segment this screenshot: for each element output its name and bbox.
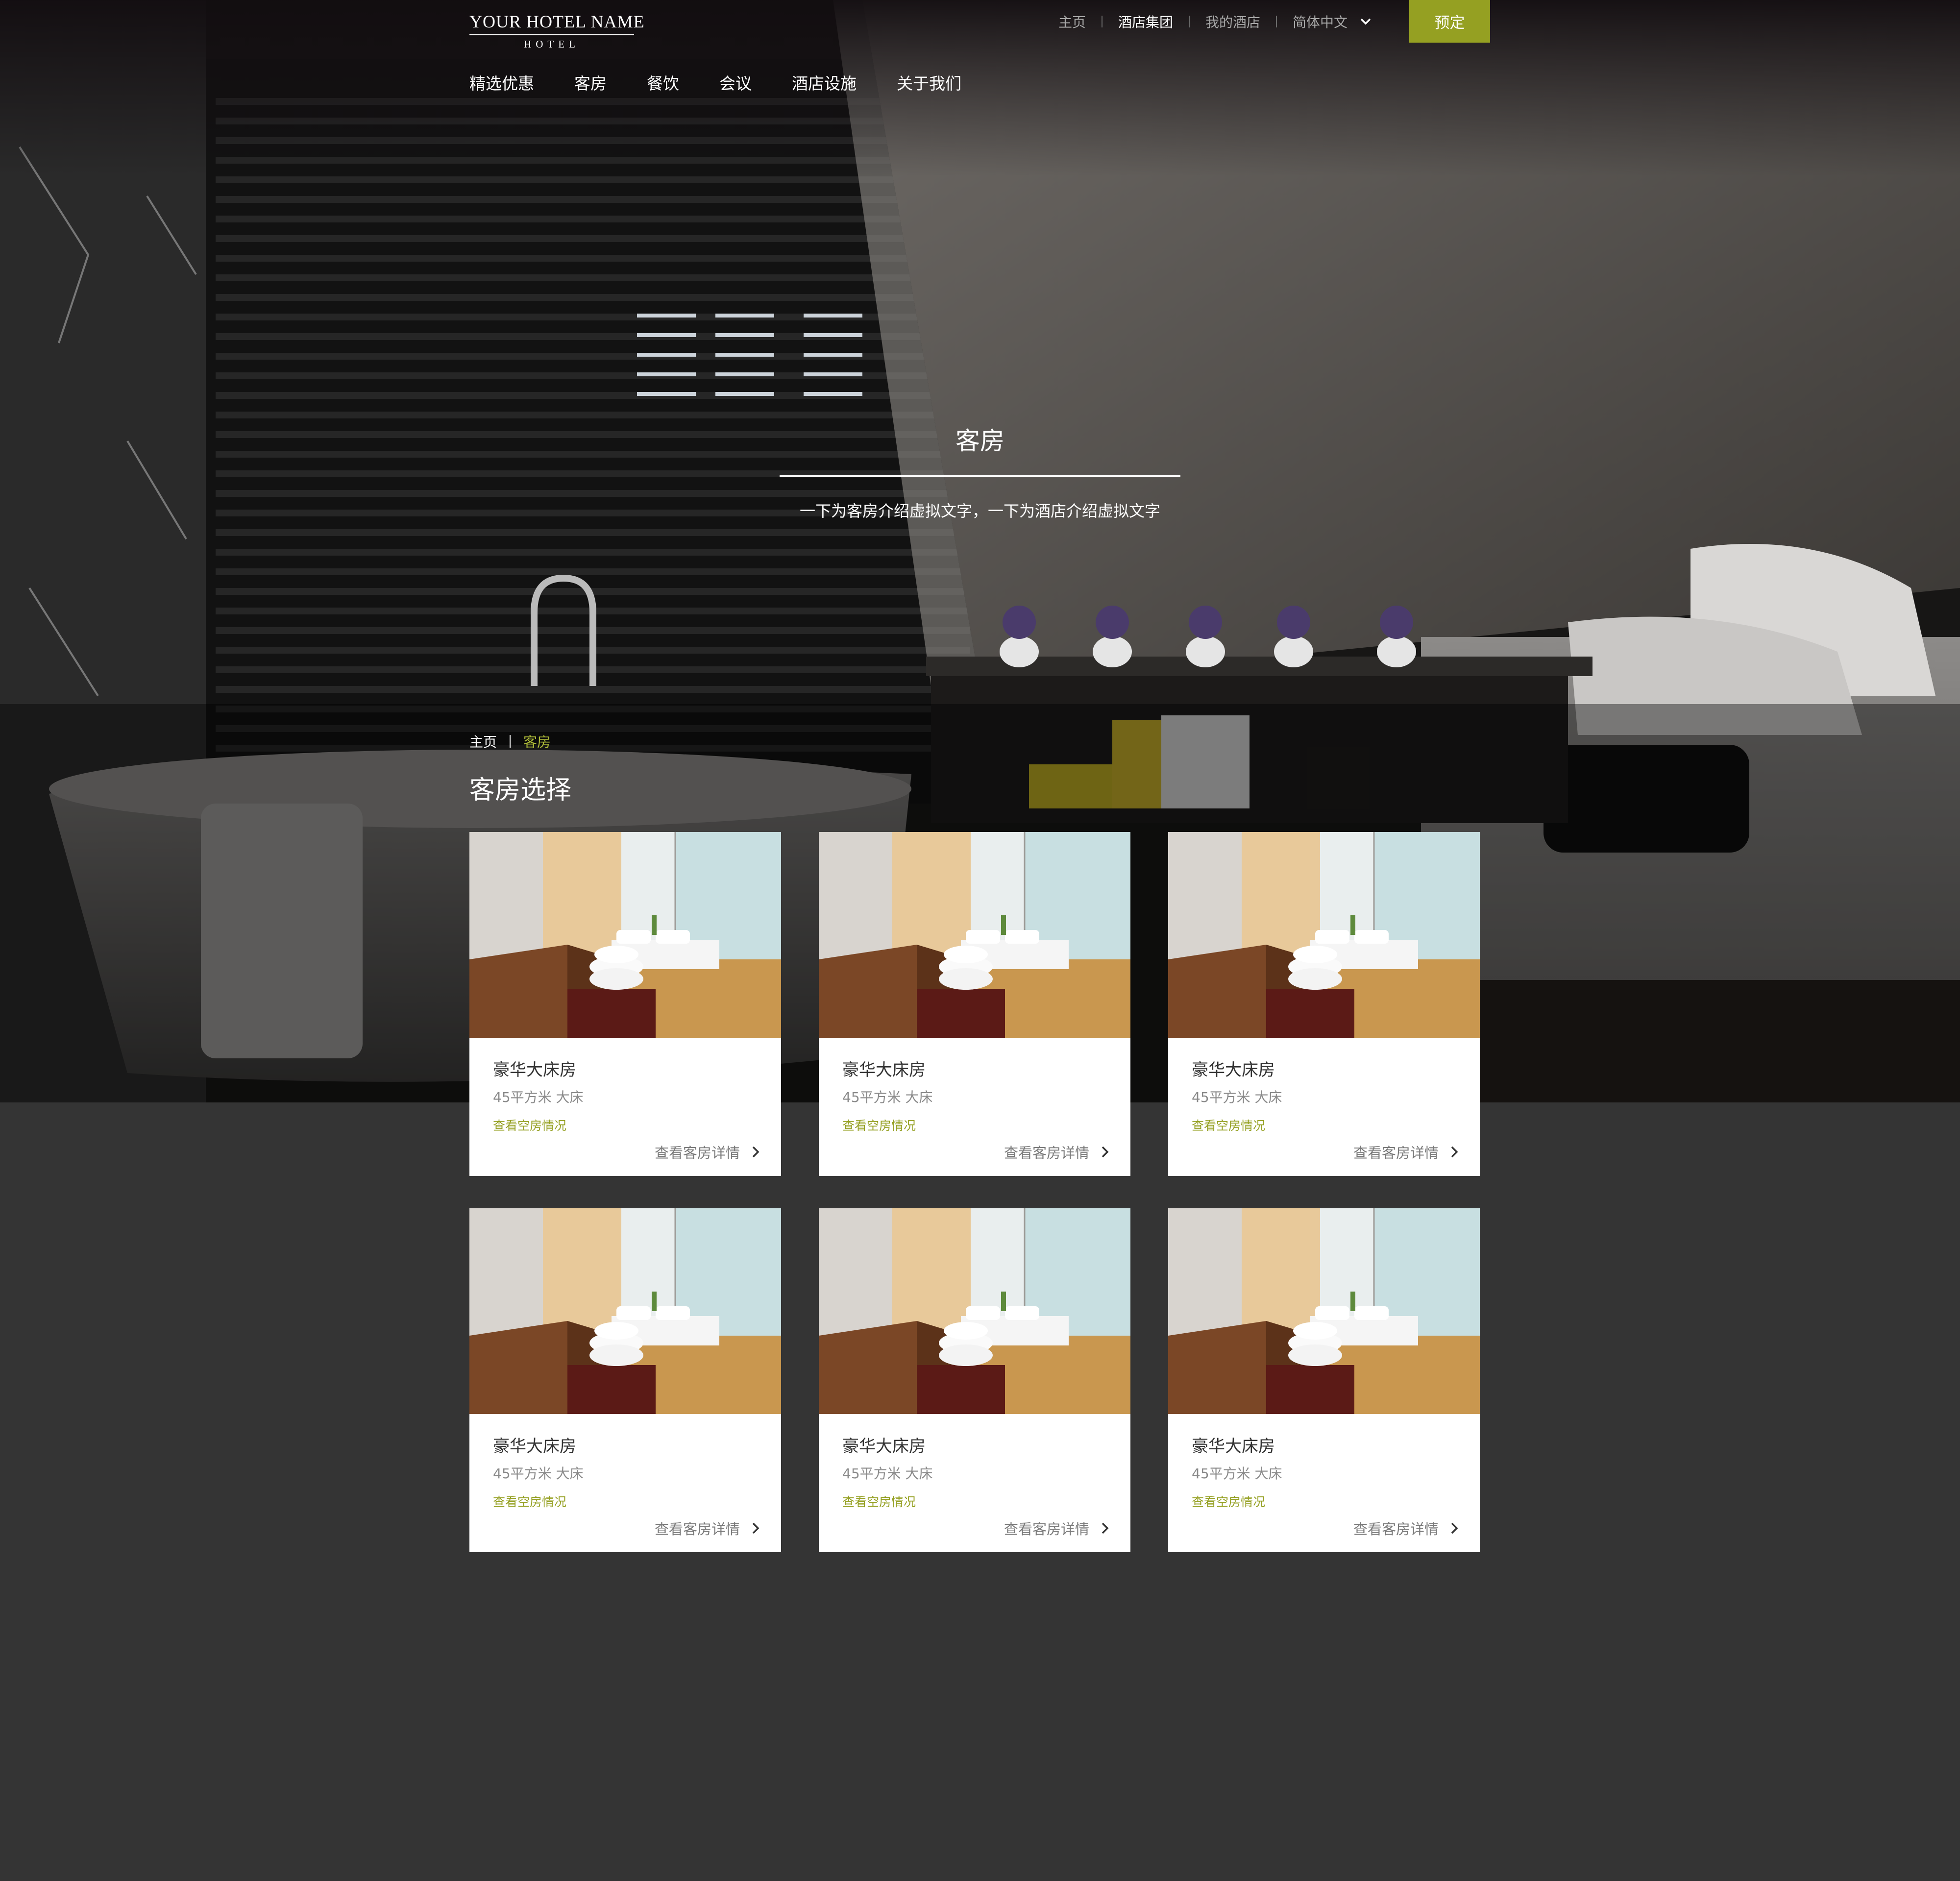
nav-item-dining[interactable]: 餐饮 bbox=[647, 71, 679, 94]
check-availability-link[interactable]: 查看空房情况 bbox=[493, 1492, 566, 1510]
room-spec: 45平方米 大床 bbox=[842, 1466, 933, 1482]
hero-title: 客房 bbox=[956, 427, 1004, 455]
logo-subtitle: HOTEL bbox=[524, 38, 580, 50]
room-card-body: 豪华大床房 45平方米 大床 查看空房情况 查看客房详情 bbox=[819, 1038, 1130, 1176]
room-card-body: 豪华大床房 45平方米 大床 查看空房情况 查看客房详情 bbox=[819, 1414, 1130, 1552]
room-details-label: 查看客房详情 bbox=[1004, 1145, 1089, 1161]
top-link-hotel-group[interactable]: 酒店集团 bbox=[1118, 12, 1173, 31]
hero-divider bbox=[780, 475, 1180, 477]
check-availability-link[interactable]: 查看空房情况 bbox=[1192, 1492, 1265, 1510]
room-spec: 45平方米 大床 bbox=[1192, 1466, 1282, 1482]
top-navigation: 主页 酒店集团 我的酒店 简体中文 bbox=[1058, 11, 1371, 32]
room-spec: 45平方米 大床 bbox=[493, 1089, 584, 1105]
language-selector[interactable]: 简体中文 bbox=[1293, 12, 1371, 31]
book-button[interactable]: 预定 bbox=[1409, 0, 1490, 43]
room-name: 豪华大床房 bbox=[842, 1060, 926, 1080]
room-name: 豪华大床房 bbox=[493, 1437, 576, 1456]
room-photo bbox=[819, 1208, 1130, 1414]
room-card[interactable]: 豪华大床房 45平方米 大床 查看空房情况 查看客房详情 bbox=[469, 832, 781, 1176]
chevron-right-icon bbox=[1102, 1522, 1109, 1534]
room-card[interactable]: 豪华大床房 45平方米 大床 查看空房情况 查看客房详情 bbox=[1168, 832, 1480, 1176]
room-card-body: 豪华大床房 45平方米 大床 查看空房情况 查看客房详情 bbox=[469, 1038, 781, 1176]
check-availability-link[interactable]: 查看空房情况 bbox=[842, 1492, 916, 1510]
chevron-right-icon bbox=[752, 1522, 760, 1534]
room-spec: 45平方米 大床 bbox=[842, 1089, 933, 1105]
nav-item-offers[interactable]: 精选优惠 bbox=[469, 71, 534, 94]
hero-subtitle: 一下为客房介绍虚拟文字，一下为酒店介绍虚拟文字 bbox=[799, 502, 1160, 520]
room-card-body: 豪华大床房 45平方米 大床 查看空房情况 查看客房详情 bbox=[469, 1414, 781, 1552]
room-photo bbox=[1168, 1208, 1480, 1414]
section-title: 客房选择 bbox=[469, 776, 572, 805]
check-availability-link[interactable]: 查看空房情况 bbox=[842, 1116, 916, 1134]
room-spec: 45平方米 大床 bbox=[493, 1466, 584, 1482]
room-details-label: 查看客房详情 bbox=[1353, 1521, 1439, 1538]
room-photo bbox=[469, 832, 781, 1038]
room-photo bbox=[1168, 832, 1480, 1038]
check-availability-link[interactable]: 查看空房情况 bbox=[1192, 1116, 1265, 1134]
breadcrumb-current: 客房 bbox=[523, 734, 551, 750]
main-navigation: 精选优惠 客房 餐饮 会议 酒店设施 关于我们 bbox=[469, 71, 961, 94]
room-name: 豪华大床房 bbox=[1192, 1437, 1275, 1456]
room-card[interactable]: 豪华大床房 45平方米 大床 查看空房情况 查看客房详情 bbox=[819, 1208, 1130, 1552]
top-link-home[interactable]: 主页 bbox=[1058, 12, 1086, 31]
room-details-label: 查看客房详情 bbox=[1004, 1521, 1089, 1538]
room-photo bbox=[469, 1208, 781, 1414]
hotel-logo[interactable]: YOUR HOTEL NAME HOTEL bbox=[469, 11, 644, 50]
room-photo bbox=[819, 832, 1130, 1038]
room-name: 豪华大床房 bbox=[493, 1060, 576, 1080]
chevron-right-icon bbox=[1102, 1146, 1109, 1158]
breadcrumb-home[interactable]: 主页 bbox=[469, 732, 497, 751]
room-card-body: 豪华大床房 45平方米 大床 查看空房情况 查看客房详情 bbox=[1168, 1414, 1480, 1552]
nav-item-meetings[interactable]: 会议 bbox=[719, 71, 752, 94]
room-details-link[interactable]: 查看客房详情 bbox=[655, 1518, 760, 1539]
room-card[interactable]: 豪华大床房 45平方米 大床 查看空房情况 查看客房详情 bbox=[469, 1208, 781, 1552]
room-details-label: 查看客房详情 bbox=[654, 1145, 740, 1161]
room-details-link[interactable]: 查看客房详情 bbox=[1004, 1518, 1109, 1539]
chevron-right-icon bbox=[1451, 1522, 1458, 1534]
breadcrumb: 主页 客房 bbox=[469, 732, 551, 751]
breadcrumb-divider bbox=[510, 735, 511, 748]
nav-item-rooms[interactable]: 客房 bbox=[574, 71, 607, 94]
chevron-down-icon bbox=[1360, 18, 1371, 25]
top-link-my-hotel[interactable]: 我的酒店 bbox=[1205, 12, 1260, 31]
room-card[interactable]: 豪华大床房 45平方米 大床 查看空房情况 查看客房详情 bbox=[1168, 1208, 1480, 1552]
room-details-label: 查看客房详情 bbox=[654, 1521, 740, 1538]
language-label: 简体中文 bbox=[1293, 14, 1348, 30]
nav-item-facilities[interactable]: 酒店设施 bbox=[792, 71, 857, 94]
top-nav-divider bbox=[1276, 16, 1277, 27]
room-card-body: 豪华大床房 45平方米 大床 查看空房情况 查看客房详情 bbox=[1168, 1038, 1480, 1176]
room-details-link[interactable]: 查看客房详情 bbox=[1353, 1142, 1458, 1162]
room-name: 豪华大床房 bbox=[1192, 1060, 1275, 1080]
chevron-right-icon bbox=[752, 1146, 760, 1158]
chevron-right-icon bbox=[1451, 1146, 1458, 1158]
room-details-link[interactable]: 查看客房详情 bbox=[655, 1142, 760, 1162]
check-availability-link[interactable]: 查看空房情况 bbox=[493, 1116, 566, 1134]
room-spec: 45平方米 大床 bbox=[1192, 1089, 1282, 1105]
logo-name: YOUR HOTEL NAME bbox=[469, 11, 644, 35]
room-card[interactable]: 豪华大床房 45平方米 大床 查看空房情况 查看客房详情 bbox=[819, 832, 1130, 1176]
nav-item-about[interactable]: 关于我们 bbox=[897, 71, 961, 94]
room-name: 豪华大床房 bbox=[842, 1437, 926, 1456]
room-details-link[interactable]: 查看客房详情 bbox=[1004, 1142, 1109, 1162]
top-nav-divider bbox=[1189, 16, 1190, 27]
room-details-label: 查看客房详情 bbox=[1353, 1145, 1439, 1161]
room-details-link[interactable]: 查看客房详情 bbox=[1353, 1518, 1458, 1539]
